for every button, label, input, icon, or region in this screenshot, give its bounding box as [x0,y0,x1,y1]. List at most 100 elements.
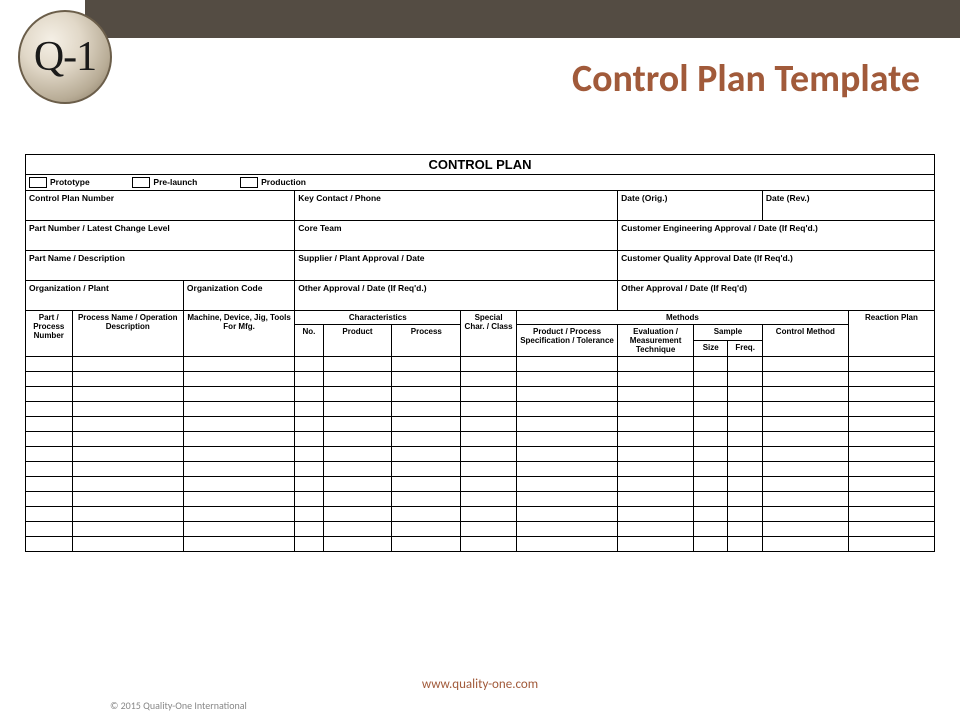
table-cell[interactable] [323,372,392,387]
table-cell[interactable] [392,537,461,552]
table-cell[interactable] [694,372,728,387]
table-cell[interactable] [183,522,294,537]
table-cell[interactable] [516,462,617,477]
table-cell[interactable] [848,387,934,402]
table-cell[interactable] [392,372,461,387]
table-cell[interactable] [26,492,73,507]
field-other-approval-2[interactable]: Other Approval / Date (If Req'd) [618,281,935,311]
table-cell[interactable] [323,477,392,492]
table-cell[interactable] [762,357,848,372]
table-cell[interactable] [295,537,323,552]
table-cell[interactable] [323,357,392,372]
table-cell[interactable] [848,447,934,462]
table-cell[interactable] [728,507,762,522]
table-cell[interactable] [323,387,392,402]
table-cell[interactable] [848,537,934,552]
table-cell[interactable] [762,522,848,537]
table-cell[interactable] [461,447,517,462]
table-cell[interactable] [183,432,294,447]
field-org-plant[interactable]: Organization / Plant [26,281,184,311]
table-cell[interactable] [392,432,461,447]
table-cell[interactable] [392,402,461,417]
field-date-rev[interactable]: Date (Rev.) [762,191,934,221]
field-cust-quality[interactable]: Customer Quality Approval Date (If Req'd… [618,251,935,281]
field-control-plan-number[interactable]: Control Plan Number [26,191,295,221]
table-cell[interactable] [72,477,183,492]
table-cell[interactable] [392,507,461,522]
table-cell[interactable] [26,537,73,552]
table-cell[interactable] [694,492,728,507]
table-cell[interactable] [295,447,323,462]
table-cell[interactable] [694,357,728,372]
table-cell[interactable] [392,447,461,462]
field-org-code[interactable]: Organization Code [183,281,294,311]
table-cell[interactable] [26,357,73,372]
table-cell[interactable] [72,372,183,387]
table-cell[interactable] [26,507,73,522]
table-cell[interactable] [26,477,73,492]
field-other-approval-1[interactable]: Other Approval / Date (If Req'd.) [295,281,618,311]
table-cell[interactable] [183,477,294,492]
table-cell[interactable] [848,357,934,372]
table-cell[interactable] [323,402,392,417]
table-cell[interactable] [516,537,617,552]
table-cell[interactable] [762,372,848,387]
table-cell[interactable] [392,387,461,402]
table-cell[interactable] [848,432,934,447]
table-cell[interactable] [461,477,517,492]
table-cell[interactable] [295,462,323,477]
table-cell[interactable] [183,417,294,432]
table-cell[interactable] [762,402,848,417]
table-cell[interactable] [295,387,323,402]
table-cell[interactable] [295,492,323,507]
table-cell[interactable] [461,462,517,477]
table-cell[interactable] [461,387,517,402]
table-cell[interactable] [516,492,617,507]
table-cell[interactable] [72,387,183,402]
table-cell[interactable] [461,537,517,552]
table-cell[interactable] [183,492,294,507]
table-cell[interactable] [516,447,617,462]
table-cell[interactable] [392,522,461,537]
table-cell[interactable] [848,417,934,432]
table-cell[interactable] [72,462,183,477]
prelaunch-checkbox[interactable] [132,177,150,188]
table-cell[interactable] [762,462,848,477]
table-cell[interactable] [728,492,762,507]
table-cell[interactable] [323,417,392,432]
table-cell[interactable] [392,462,461,477]
table-cell[interactable] [728,432,762,447]
table-cell[interactable] [295,357,323,372]
table-cell[interactable] [694,522,728,537]
table-cell[interactable] [516,417,617,432]
table-cell[interactable] [516,432,617,447]
table-cell[interactable] [694,507,728,522]
table-cell[interactable] [728,477,762,492]
table-cell[interactable] [618,432,694,447]
table-cell[interactable] [762,507,848,522]
table-cell[interactable] [461,372,517,387]
table-cell[interactable] [694,402,728,417]
table-cell[interactable] [183,507,294,522]
table-cell[interactable] [762,447,848,462]
table-cell[interactable] [618,507,694,522]
table-cell[interactable] [323,432,392,447]
table-cell[interactable] [618,522,694,537]
table-cell[interactable] [728,402,762,417]
table-cell[interactable] [694,477,728,492]
table-cell[interactable] [183,462,294,477]
table-cell[interactable] [72,492,183,507]
table-cell[interactable] [848,492,934,507]
table-cell[interactable] [323,447,392,462]
table-cell[interactable] [694,537,728,552]
table-cell[interactable] [323,537,392,552]
table-cell[interactable] [618,402,694,417]
table-cell[interactable] [183,372,294,387]
table-cell[interactable] [183,387,294,402]
table-cell[interactable] [295,477,323,492]
table-cell[interactable] [848,402,934,417]
field-date-orig[interactable]: Date (Orig.) [618,191,763,221]
table-cell[interactable] [72,522,183,537]
table-cell[interactable] [516,357,617,372]
field-key-contact[interactable]: Key Contact / Phone [295,191,618,221]
